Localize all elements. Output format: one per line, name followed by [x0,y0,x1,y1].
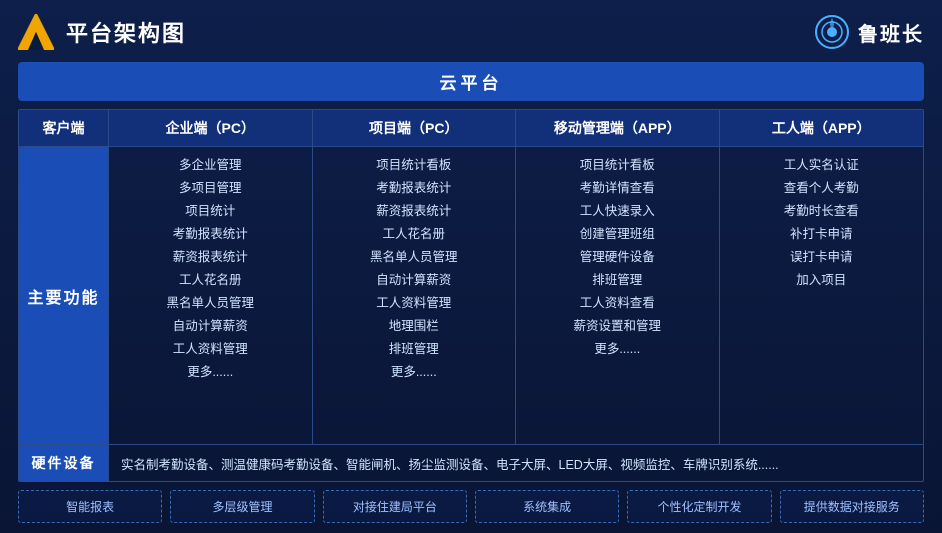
bottom-tag-2: 对接住建局平台 [323,490,467,523]
project-feature-6: 工人资料管理 [323,293,506,313]
project-feature-8: 排班管理 [323,339,506,359]
brand-icon [814,14,850,50]
mobile-feature-0: 项目统计看板 [526,155,709,175]
mobile-feature-2: 工人快速录入 [526,201,709,221]
bottom-tag-4: 个性化定制开发 [627,490,771,523]
page-title: 平台架构图 [66,16,186,48]
worker-features-col: 工人实名认证 查看个人考勤 考勤时长查看 补打卡申请 误打卡申请 加入项目 [720,147,924,444]
bottom-tag-3: 系统集成 [475,490,619,523]
mobile-feature-3: 创建管理班组 [526,224,709,244]
project-feature-3: 工人花名册 [323,224,506,244]
brand-name: 鲁班长 [858,18,924,47]
project-feature-1: 考勤报表统计 [323,178,506,198]
enterprise-feature-8: 工人资料管理 [119,339,302,359]
worker-feature-2: 考勤时长查看 [730,201,914,221]
cloud-bar: 云平台 [18,62,924,101]
bottom-tag-0: 智能报表 [18,490,162,523]
col-header-0: 客户端 [19,110,109,146]
enterprise-feature-3: 考勤报表统计 [119,224,302,244]
enterprise-feature-7: 自动计算薪资 [119,316,302,336]
brand-logo: 鲁班长 [814,14,924,50]
col-header-1: 企业端（PC） [109,110,313,146]
project-feature-4: 黑名单人员管理 [323,247,506,267]
project-feature-2: 薪资报表统计 [323,201,506,221]
mobile-feature-7: 薪资设置和管理 [526,316,709,336]
content-row: 主要功能 多企业管理 多项目管理 项目统计 考勤报表统计 薪资报表统计 工人花名… [19,147,923,444]
mobile-feature-1: 考勤详情查看 [526,178,709,198]
bottom-tag-1: 多层级管理 [170,490,314,523]
project-feature-5: 自动计算薪资 [323,270,506,290]
enterprise-feature-5: 工人花名册 [119,270,302,290]
header-left: 平台架构图 [18,14,186,50]
hardware-content: 实名制考勤设备、测温健康码考勤设备、智能闸机、扬尘监测设备、电子大屏、LED大屏… [109,445,923,481]
bottom-tag-5: 提供数据对接服务 [780,490,924,523]
enterprise-feature-2: 项目统计 [119,201,302,221]
mobile-feature-6: 工人资料查看 [526,293,709,313]
worker-feature-5: 加入项目 [730,270,914,290]
col-header-2: 项目端（PC） [313,110,517,146]
enterprise-feature-1: 多项目管理 [119,178,302,198]
enterprise-features-col: 多企业管理 多项目管理 项目统计 考勤报表统计 薪资报表统计 工人花名册 黑名单… [109,147,313,444]
worker-feature-3: 补打卡申请 [730,224,914,244]
project-feature-9: 更多...... [323,362,506,382]
mobile-feature-5: 排班管理 [526,270,709,290]
enterprise-feature-9: 更多...... [119,362,302,382]
worker-feature-1: 查看个人考勤 [730,178,914,198]
mobile-feature-4: 管理硬件设备 [526,247,709,267]
header: 平台架构图 鲁班长 [18,10,924,54]
worker-feature-0: 工人实名认证 [730,155,914,175]
bottom-tags: 智能报表 多层级管理 对接住建局平台 系统集成 个性化定制开发 提供数据对接服务 [18,490,924,523]
enterprise-feature-4: 薪资报表统计 [119,247,302,267]
hardware-row: 硬件设备 实名制考勤设备、测温健康码考勤设备、智能闸机、扬尘监测设备、电子大屏、… [19,444,923,481]
project-feature-7: 地理围栏 [323,316,506,336]
project-features-col: 项目统计看板 考勤报表统计 薪资报表统计 工人花名册 黑名单人员管理 自动计算薪… [313,147,517,444]
enterprise-feature-6: 黑名单人员管理 [119,293,302,313]
col-headers: 客户端 企业端（PC） 项目端（PC） 移动管理端（APP） 工人端（APP） [19,110,923,147]
hardware-label: 硬件设备 [19,445,109,481]
mobile-features-col: 项目统计看板 考勤详情查看 工人快速录入 创建管理班组 管理硬件设备 排班管理 … [516,147,720,444]
main-function-label: 主要功能 [19,147,109,444]
project-feature-0: 项目统计看板 [323,155,506,175]
enterprise-feature-0: 多企业管理 [119,155,302,175]
worker-feature-4: 误打卡申请 [730,247,914,267]
col-header-3: 移动管理端（APP） [516,110,720,146]
main-table: 客户端 企业端（PC） 项目端（PC） 移动管理端（APP） 工人端（APP） … [18,109,924,482]
page-wrapper: 平台架构图 鲁班长 云平台 客户端 企业端（PC） 项目端（PC） 移动管理端（… [0,0,942,533]
mobile-feature-8: 更多...... [526,339,709,359]
logo-icon [18,14,54,50]
col-header-4: 工人端（APP） [720,110,924,146]
